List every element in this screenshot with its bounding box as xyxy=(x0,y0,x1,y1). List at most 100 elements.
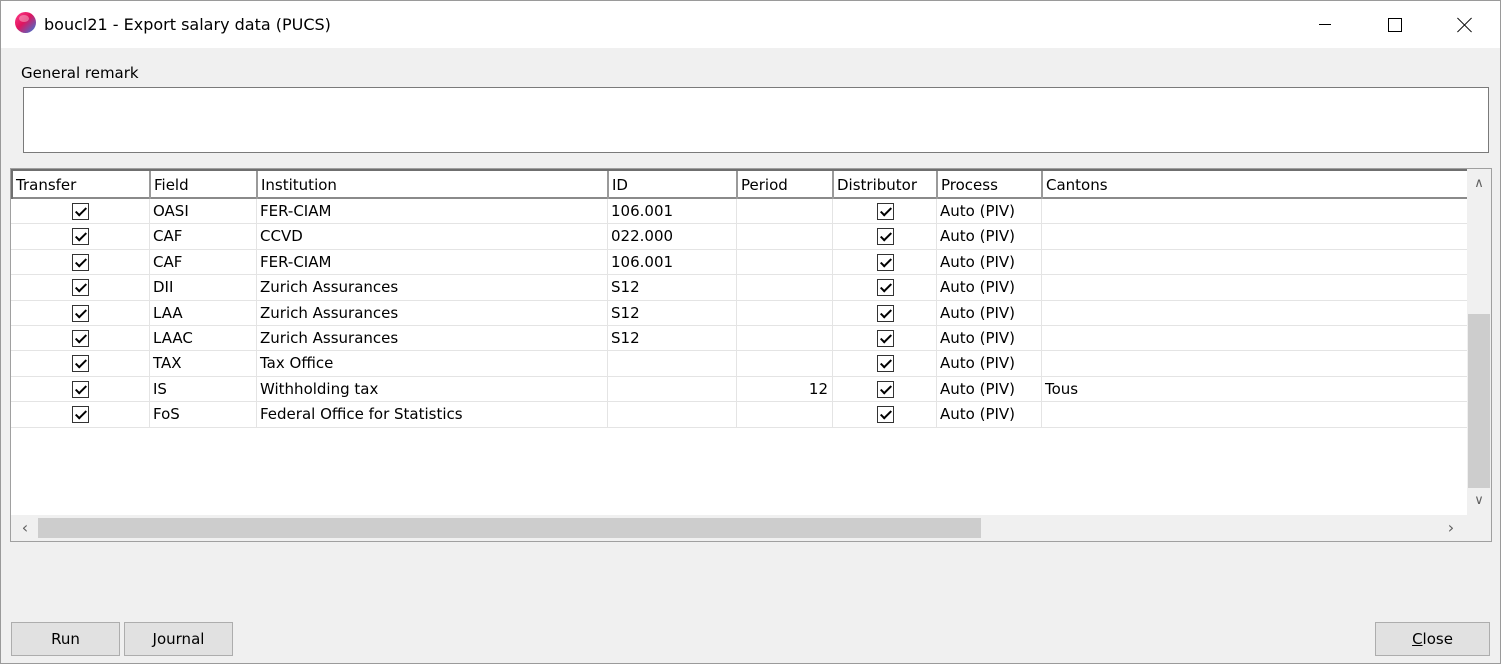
field-cell[interactable]: DII xyxy=(149,275,256,301)
transfer-checkbox[interactable] xyxy=(72,329,89,347)
cantons-cell[interactable]: Tous xyxy=(1041,376,1467,402)
field-cell[interactable]: IS xyxy=(149,376,256,402)
distributor-checkbox[interactable] xyxy=(877,406,894,424)
close-button[interactable]: Close xyxy=(1375,622,1490,656)
column-header-institution[interactable]: Institution xyxy=(256,171,607,199)
table-row[interactable]: CAF FER-CIAM 106.001 Auto (PIV) xyxy=(11,249,1467,276)
process-cell[interactable]: Auto (PIV) xyxy=(936,402,1041,428)
horizontal-scrollbar[interactable]: ‹ › xyxy=(11,515,1491,541)
id-cell[interactable]: S12 xyxy=(607,300,736,326)
period-cell[interactable] xyxy=(736,275,832,301)
scroll-up-icon[interactable]: ∧ xyxy=(1467,172,1491,196)
column-header-id[interactable]: ID xyxy=(607,171,736,199)
column-header-process[interactable]: Process xyxy=(936,171,1041,199)
minimize-button[interactable] xyxy=(1290,1,1360,48)
period-cell[interactable] xyxy=(736,199,832,224)
institution-cell[interactable]: Federal Office for Statistics xyxy=(256,402,607,428)
column-header-distributor[interactable]: Distributor xyxy=(832,171,936,199)
cantons-cell[interactable] xyxy=(1041,325,1467,351)
cantons-cell[interactable] xyxy=(1041,275,1467,301)
cantons-cell[interactable] xyxy=(1041,249,1467,275)
run-button[interactable]: Run xyxy=(11,622,120,656)
transfer-checkbox[interactable] xyxy=(72,406,89,424)
process-cell[interactable]: Auto (PIV) xyxy=(936,376,1041,402)
column-header-cantons[interactable]: Cantons xyxy=(1041,171,1467,199)
institution-cell[interactable]: Zurich Assurances xyxy=(256,300,607,326)
table-row[interactable]: CAF CCVD 022.000 Auto (PIV) xyxy=(11,224,1467,250)
table-row[interactable]: IS Withholding tax 12 Auto (PIV) Tous xyxy=(11,376,1467,403)
id-cell[interactable]: 106.001 xyxy=(607,199,736,224)
id-cell[interactable] xyxy=(607,351,736,377)
scroll-right-icon[interactable]: › xyxy=(1439,515,1463,541)
field-cell[interactable]: CAF xyxy=(149,224,256,250)
vertical-scroll-thumb[interactable] xyxy=(1468,314,1490,488)
transfer-checkbox[interactable] xyxy=(72,355,89,373)
id-cell[interactable]: S12 xyxy=(607,275,736,301)
institution-cell[interactable]: CCVD xyxy=(256,224,607,250)
id-cell[interactable] xyxy=(607,376,736,402)
table-row[interactable]: OASI FER-CIAM 106.001 Auto (PIV) xyxy=(11,199,1467,225)
table-row[interactable]: LAAC Zurich Assurances S12 Auto (PIV) xyxy=(11,325,1467,352)
field-cell[interactable]: LAA xyxy=(149,300,256,326)
table-row[interactable]: LAA Zurich Assurances S12 Auto (PIV) xyxy=(11,300,1467,326)
journal-button[interactable]: Journal xyxy=(124,622,233,656)
cantons-cell[interactable] xyxy=(1041,402,1467,428)
process-cell[interactable]: Auto (PIV) xyxy=(936,325,1041,351)
distributor-checkbox[interactable] xyxy=(877,253,894,271)
transfer-checkbox[interactable] xyxy=(72,304,89,322)
transfer-checkbox[interactable] xyxy=(72,228,89,246)
general-remark-field[interactable] xyxy=(23,87,1489,153)
scroll-down-icon[interactable]: ∨ xyxy=(1467,489,1491,513)
period-cell[interactable]: 12 xyxy=(736,376,832,402)
transfer-checkbox[interactable] xyxy=(72,279,89,297)
period-cell[interactable] xyxy=(736,402,832,428)
column-header-period[interactable]: Period xyxy=(736,171,832,199)
table-row[interactable]: TAX Tax Office Auto (PIV) xyxy=(11,351,1467,377)
id-cell[interactable]: S12 xyxy=(607,325,736,351)
id-cell[interactable]: 106.001 xyxy=(607,249,736,275)
field-cell[interactable]: TAX xyxy=(149,351,256,377)
process-cell[interactable]: Auto (PIV) xyxy=(936,224,1041,250)
period-cell[interactable] xyxy=(736,224,832,250)
distributor-checkbox[interactable] xyxy=(877,203,894,220)
table-row[interactable]: FoS Federal Office for Statistics Auto (PI… xyxy=(11,402,1467,428)
scroll-left-icon[interactable]: ‹ xyxy=(13,515,37,541)
institution-cell[interactable]: FER-CIAM xyxy=(256,199,607,224)
period-cell[interactable] xyxy=(736,249,832,275)
period-cell[interactable] xyxy=(736,300,832,326)
transfer-checkbox[interactable] xyxy=(72,380,89,398)
distributor-checkbox[interactable] xyxy=(877,355,894,373)
transfer-checkbox[interactable] xyxy=(72,203,89,220)
field-cell[interactable]: FoS xyxy=(149,402,256,428)
field-cell[interactable]: OASI xyxy=(149,199,256,224)
id-cell[interactable]: 022.000 xyxy=(607,224,736,250)
period-cell[interactable] xyxy=(736,351,832,377)
column-header-transfer[interactable]: Transfer xyxy=(11,171,149,199)
institution-cell[interactable]: Withholding tax xyxy=(256,376,607,402)
table-row[interactable]: DII Zurich Assurances S12 Auto (PIV) xyxy=(11,275,1467,301)
id-cell[interactable] xyxy=(607,402,736,428)
process-cell[interactable]: Auto (PIV) xyxy=(936,351,1041,377)
close-window-button[interactable] xyxy=(1430,1,1500,48)
cantons-cell[interactable] xyxy=(1041,300,1467,326)
field-cell[interactable]: LAAC xyxy=(149,325,256,351)
distributor-checkbox[interactable] xyxy=(877,279,894,297)
cantons-cell[interactable] xyxy=(1041,351,1467,377)
cantons-cell[interactable] xyxy=(1041,199,1467,224)
process-cell[interactable]: Auto (PIV) xyxy=(936,199,1041,224)
maximize-button[interactable] xyxy=(1360,1,1430,48)
distributor-checkbox[interactable] xyxy=(877,380,894,398)
cantons-cell[interactable] xyxy=(1041,224,1467,250)
process-cell[interactable]: Auto (PIV) xyxy=(936,300,1041,326)
period-cell[interactable] xyxy=(736,325,832,351)
field-cell[interactable]: CAF xyxy=(149,249,256,275)
transfer-checkbox[interactable] xyxy=(72,253,89,271)
institution-cell[interactable]: Zurich Assurances xyxy=(256,275,607,301)
distributor-checkbox[interactable] xyxy=(877,304,894,322)
process-cell[interactable]: Auto (PIV) xyxy=(936,249,1041,275)
institution-cell[interactable]: Tax Office xyxy=(256,351,607,377)
title-bar[interactable]: boucl21 - Export salary data (PUCS) xyxy=(1,1,1500,48)
column-header-field[interactable]: Field xyxy=(149,171,256,199)
process-cell[interactable]: Auto (PIV) xyxy=(936,275,1041,301)
institution-cell[interactable]: FER-CIAM xyxy=(256,249,607,275)
